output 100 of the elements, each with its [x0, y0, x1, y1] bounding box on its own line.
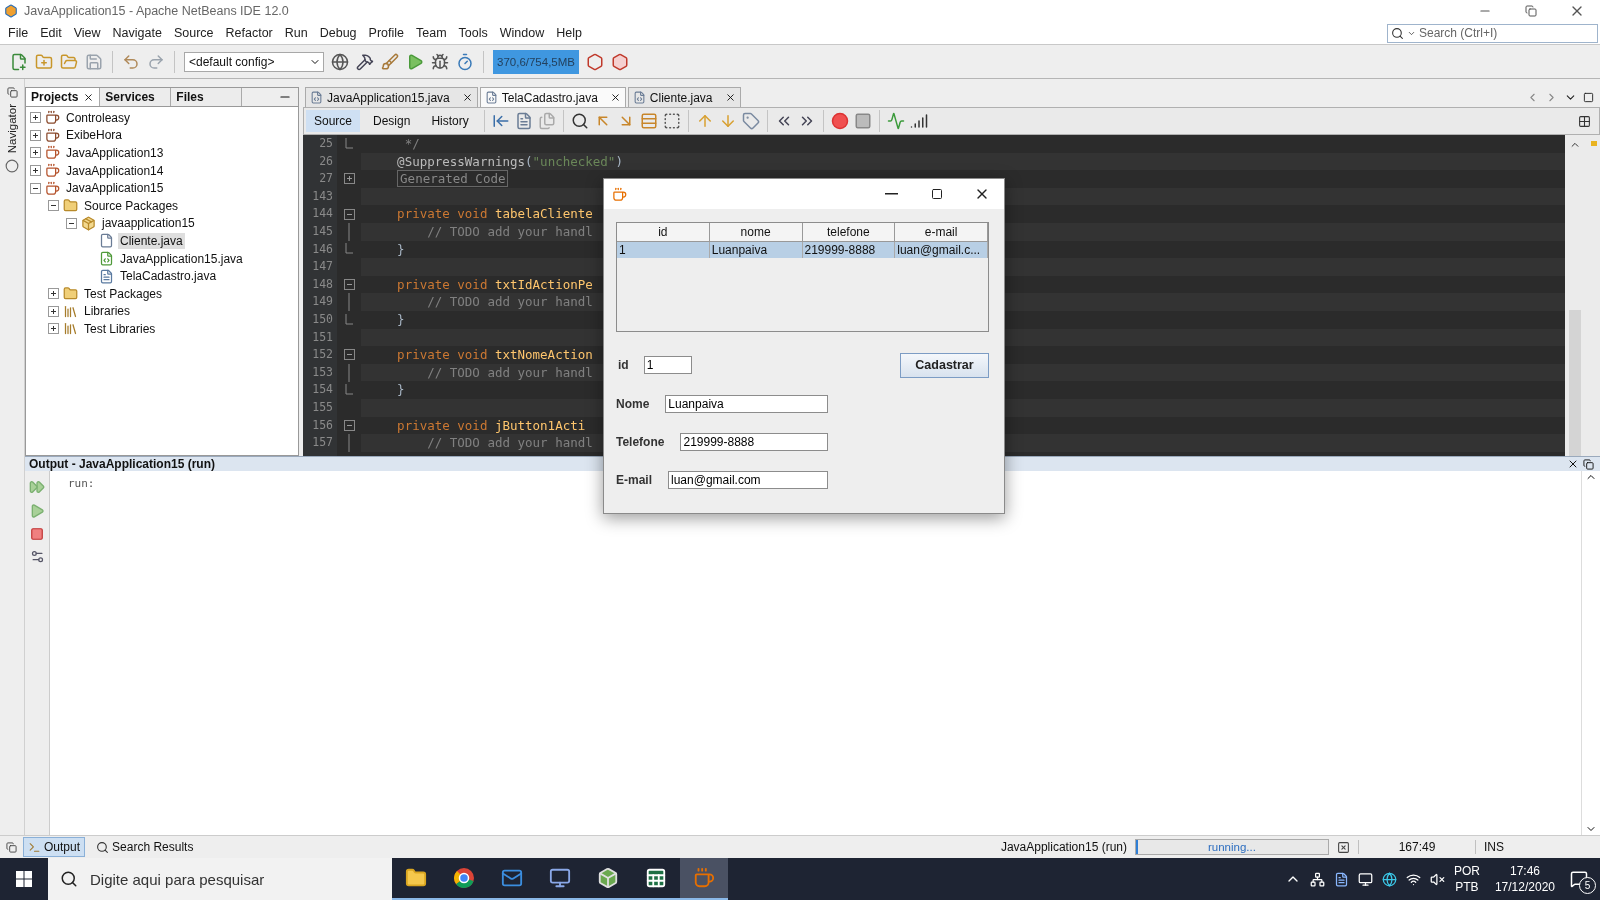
expand-toggle-icon[interactable]: [30, 112, 41, 124]
column-header[interactable]: id: [617, 223, 710, 242]
status-tab[interactable]: Search Results: [91, 837, 199, 857]
menu-item[interactable]: Team: [410, 26, 453, 40]
clock-date[interactable]: 17/12/2020: [1494, 880, 1555, 894]
close-icon[interactable]: [609, 92, 621, 103]
search-box[interactable]: Search (Ctrl+I): [1387, 23, 1598, 43]
expand-toggle-icon[interactable]: [30, 147, 41, 159]
taskbar-search-field[interactable]: Digite aqui para pesquisar: [88, 869, 392, 889]
stop-icon[interactable]: [30, 527, 44, 541]
column-header[interactable]: e-mail: [895, 223, 988, 242]
bug-icon[interactable]: [431, 52, 449, 71]
view-tab[interactable]: History: [423, 110, 477, 132]
restore-icon[interactable]: [6, 87, 18, 98]
menu-item[interactable]: Run: [278, 26, 314, 40]
input-field[interactable]: 1: [643, 356, 692, 374]
clock-time[interactable]: 17:46: [1509, 864, 1540, 878]
expand-toggle-icon[interactable]: [30, 165, 41, 177]
menu-item[interactable]: Navigate: [106, 26, 168, 40]
arrow-to-line-icon[interactable]: [491, 112, 510, 130]
close-icon[interactable]: [83, 91, 95, 103]
editor-tab[interactable]: JavaApplication15.java: [305, 87, 478, 107]
cancel-icon[interactable]: [1337, 840, 1350, 854]
close-icon[interactable]: [461, 92, 473, 103]
monitor-icon[interactable]: [1357, 871, 1373, 887]
status-tab[interactable]: Output: [23, 837, 86, 857]
dashed-square-icon[interactable]: [662, 112, 681, 130]
tree-item[interactable]: Test Libraries: [82, 320, 158, 337]
hexagon-icon[interactable]: [586, 52, 604, 71]
menu-item[interactable]: Tools: [452, 26, 494, 40]
tree-item[interactable]: JavaApplication14: [64, 162, 166, 179]
menu-item[interactable]: Window: [493, 26, 551, 40]
collapse-toggle-icon[interactable]: [30, 182, 41, 194]
editor-tab[interactable]: Cliente.java: [627, 87, 741, 107]
register-button[interactable]: Cadastrar: [900, 352, 989, 378]
tree-item[interactable]: Source Packages: [82, 197, 181, 214]
maximize-icon[interactable]: [1583, 91, 1594, 103]
restore-icon[interactable]: [1583, 458, 1594, 470]
close-icon[interactable]: [724, 92, 736, 103]
navigator-tab[interactable]: Navigator: [6, 104, 18, 154]
menu-item[interactable]: Help: [550, 26, 588, 40]
settings-icon[interactable]: [29, 549, 45, 564]
memory-button[interactable]: 370,6/754,5MB: [493, 49, 579, 74]
menu-item[interactable]: Source: [167, 26, 220, 40]
volume-muted-icon[interactable]: [1429, 871, 1445, 887]
menu-item[interactable]: Profile: [362, 26, 410, 40]
split-view-icon[interactable]: [1578, 114, 1591, 128]
hexagon-icon[interactable]: [611, 52, 629, 71]
expand-toggle-icon[interactable]: [30, 129, 41, 141]
collapse-toggle-icon[interactable]: [343, 279, 355, 291]
view-tab[interactable]: Source: [306, 110, 361, 132]
globe-icon[interactable]: [1381, 871, 1397, 887]
close-icon[interactable]: [1567, 458, 1579, 470]
tree-item[interactable]: Controleasy: [64, 109, 133, 126]
tree-item[interactable]: JavaApplication15.java: [118, 250, 245, 267]
panel-tab[interactable]: Projects: [26, 88, 101, 106]
menu-item[interactable]: Edit: [34, 26, 68, 40]
expand-toggle-icon[interactable]: [48, 305, 59, 317]
menu-item[interactable]: View: [67, 26, 107, 40]
taskbar-search-box[interactable]: Digite aqui para pesquisar: [48, 858, 392, 900]
input-field[interactable]: Luanpaiva: [665, 395, 828, 413]
editor-tab[interactable]: TelaCadastro.java: [479, 87, 626, 107]
stop-icon[interactable]: [853, 112, 872, 130]
tree-item[interactable]: TelaCadastro.java: [118, 268, 219, 285]
timer-icon[interactable]: [456, 52, 474, 71]
hammer-icon[interactable]: [356, 52, 374, 71]
table-row[interactable]: 1 Luanpaiva 219999-8888 luan@gmail.c...: [617, 242, 988, 258]
run-icon[interactable]: [406, 52, 424, 71]
tree-item[interactable]: JavaApplication13: [64, 145, 166, 161]
bars-icon[interactable]: [909, 112, 928, 130]
column-header[interactable]: telefone: [802, 223, 896, 242]
restore-icon[interactable]: [6, 841, 17, 853]
menu-item[interactable]: Debug: [313, 26, 363, 40]
collapse-toggle-icon[interactable]: [343, 349, 355, 361]
config-dropdown[interactable]: <default config>: [184, 51, 324, 72]
tree-item[interactable]: Cliente.java: [118, 232, 185, 249]
record-icon[interactable]: [830, 112, 849, 130]
tree-item[interactable]: ExibeHora: [64, 127, 125, 144]
collapse-toggle-icon[interactable]: [48, 200, 59, 212]
column-header[interactable]: nome: [709, 223, 803, 242]
input-field[interactable]: 219999-8888: [680, 433, 828, 451]
tree-item[interactable]: JavaApplication15: [64, 180, 166, 197]
wifi-icon[interactable]: [1405, 871, 1421, 887]
document-icon[interactable]: [514, 112, 533, 130]
new-file-icon[interactable]: [10, 52, 28, 71]
collapse-toggle-icon[interactable]: [343, 419, 355, 431]
rows-icon[interactable]: [639, 112, 658, 130]
view-tab[interactable]: Design: [365, 110, 419, 132]
undo-icon[interactable]: [122, 52, 140, 71]
expand-toggle-icon[interactable]: [48, 323, 59, 335]
tree-item[interactable]: Test Packages: [82, 285, 165, 302]
language-indicator[interactable]: POR: [1453, 864, 1480, 878]
search-icon[interactable]: [1391, 26, 1404, 40]
menu-item[interactable]: Refactor: [219, 26, 279, 40]
menu-item[interactable]: File: [2, 26, 35, 40]
tag-icon[interactable]: [741, 112, 760, 130]
brush-icon[interactable]: [381, 52, 399, 71]
language-indicator[interactable]: PTB: [1455, 880, 1479, 894]
collapse-toggle-icon[interactable]: [343, 208, 355, 220]
search-field[interactable]: Search (Ctrl+I): [1419, 25, 1589, 41]
